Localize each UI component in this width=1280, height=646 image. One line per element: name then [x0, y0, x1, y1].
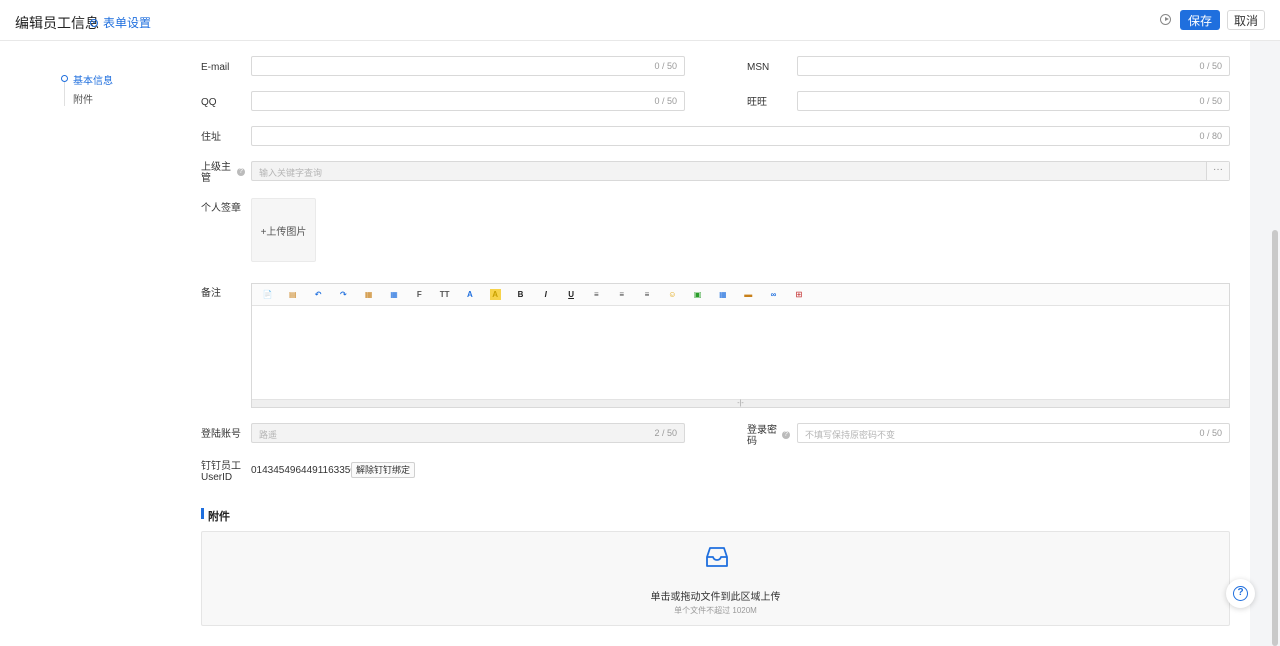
font-size-icon[interactable]: TT	[439, 289, 450, 300]
login-password-field[interactable]: 不填写保持原密码不变 0 / 50	[797, 423, 1230, 443]
highlight-icon[interactable]: A	[489, 289, 501, 300]
editor-toolbar: 📄 ▤ ↶ ↷ ▦ ▦ F TT A A B I U ≡ ≡ ≡ ☺ ▣ ▦ ▬ ∞ ⊞	[252, 284, 1229, 306]
emoji-icon[interactable]: ☺	[667, 289, 678, 300]
align-center-icon[interactable]: ≡	[616, 289, 627, 300]
italic-icon[interactable]: I	[540, 289, 551, 300]
insert-image-icon[interactable]: ▣	[692, 289, 703, 300]
supervisor-search-input[interactable]: 输入关键字查询 ···	[251, 161, 1230, 181]
wangwang-count: 0 / 50	[1199, 96, 1222, 106]
form-settings-label: 表单设置	[103, 16, 152, 30]
qq-field[interactable]: 0 / 50	[251, 91, 685, 111]
email-count: 0 / 50	[654, 61, 677, 71]
page-header: 编辑员工信息 表单设置 保存 取消	[0, 0, 1280, 41]
editor-resize-handle[interactable]: -|-	[252, 399, 1229, 407]
table-icon[interactable]: ▦	[717, 289, 728, 300]
help-float-button[interactable]: ?	[1226, 579, 1255, 608]
file-dropzone[interactable]: 单击或拖动文件到此区域上传 单个文件不超过 1020M	[201, 531, 1230, 626]
scrollbar[interactable]	[1272, 230, 1278, 646]
rich-text-editor[interactable]: 📄 ▤ ↶ ↷ ▦ ▦ F TT A A B I U ≡ ≡ ≡ ☺ ▣ ▦ ▬ ∞ ⊞ -|-	[251, 283, 1230, 408]
supervisor-select-button[interactable]: ···	[1206, 162, 1229, 180]
source-icon[interactable]: 📄	[262, 289, 273, 300]
upload-image-label: +上传图片	[260, 226, 307, 238]
play-icon[interactable]	[1160, 14, 1171, 25]
msn-label: MSN	[747, 62, 770, 73]
dingtalk-userid-value: 0143454964491163350	[251, 465, 356, 476]
undo-icon[interactable]: ↶	[313, 289, 324, 300]
signature-label: 个人签章	[201, 203, 241, 214]
page-title: 编辑员工信息	[15, 15, 99, 31]
paste-word-icon[interactable]: ▦	[389, 289, 400, 300]
cancel-button[interactable]: 取消	[1227, 10, 1265, 30]
paste-icon[interactable]: ▦	[363, 289, 374, 300]
gear-icon	[90, 18, 98, 27]
save-button[interactable]: 保存	[1180, 10, 1220, 30]
bold-icon[interactable]: B	[515, 289, 526, 300]
login-account-count: 2 / 50	[654, 428, 677, 438]
anchor-active-dot-icon	[61, 75, 68, 82]
login-password-count: 0 / 50	[1199, 428, 1222, 438]
dropzone-size-limit: 单个文件不超过 1020M	[674, 606, 757, 615]
address-field[interactable]: 0 / 80	[251, 126, 1230, 146]
wangwang-field[interactable]: 0 / 50	[797, 91, 1230, 111]
help-icon[interactable]: ?	[237, 168, 245, 176]
msn-field[interactable]: 0 / 50	[797, 56, 1230, 76]
align-right-icon[interactable]: ≡	[642, 289, 653, 300]
template-icon[interactable]: ▤	[287, 289, 298, 300]
qq-label: QQ	[201, 97, 217, 108]
font-family-icon[interactable]: F	[414, 289, 425, 300]
remark-label: 备注	[201, 288, 221, 299]
section-marker	[201, 508, 204, 519]
help-icon[interactable]: ?	[782, 431, 790, 439]
login-password-placeholder: 不填写保持原密码不变	[805, 430, 896, 440]
anchor-rail	[64, 78, 65, 106]
address-label: 住址	[201, 132, 221, 143]
link-icon[interactable]: ∞	[768, 289, 779, 300]
login-account-label: 登陆账号	[201, 429, 241, 440]
fullscreen-icon[interactable]: ⊞	[793, 289, 804, 300]
email-field[interactable]: 0 / 50	[251, 56, 685, 76]
address-count: 0 / 80	[1199, 131, 1222, 141]
question-icon: ?	[1233, 586, 1248, 601]
anchor-item-basic-info[interactable]: 基本信息	[73, 72, 113, 87]
email-label: E-mail	[201, 62, 230, 73]
inbox-icon	[706, 547, 728, 567]
redo-icon[interactable]: ↷	[338, 289, 349, 300]
supervisor-label: 上级主管	[201, 162, 231, 184]
signature-upload-button[interactable]: +上传图片	[251, 198, 316, 262]
qq-count: 0 / 50	[654, 96, 677, 106]
supervisor-placeholder: 输入关键字查询	[259, 168, 323, 178]
media-icon[interactable]: ▬	[743, 289, 754, 300]
login-account-value: 路遥	[259, 430, 278, 440]
dingtalk-userid-label: 钉钉员工UserID	[201, 461, 241, 483]
editor-content-area[interactable]	[252, 306, 1229, 400]
anchor-item-attachments[interactable]: 附件	[73, 91, 93, 106]
form-settings-link[interactable]: 表单设置	[90, 14, 151, 31]
dropzone-hint: 单击或拖动文件到此区域上传	[650, 592, 781, 603]
align-left-icon[interactable]: ≡	[591, 289, 602, 300]
login-account-field[interactable]: 路遥 2 / 50	[251, 423, 685, 443]
login-password-label: 登录密码	[747, 425, 777, 447]
underline-icon[interactable]: U	[566, 289, 577, 300]
font-color-icon[interactable]: A	[464, 289, 475, 300]
wangwang-label: 旺旺	[747, 97, 767, 108]
attachments-section-title: 附件	[208, 511, 230, 523]
left-panel: 基本信息 附件	[0, 41, 181, 646]
msn-count: 0 / 50	[1199, 61, 1222, 71]
unbind-dingtalk-button[interactable]: 解除钉钉绑定	[351, 462, 416, 478]
